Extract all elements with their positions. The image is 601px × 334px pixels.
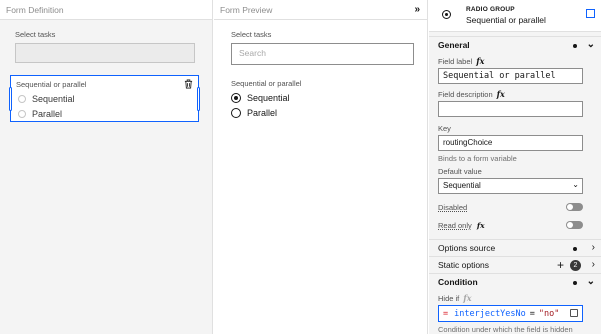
radio-group-icon [442,10,451,19]
option-label: Sequential [247,93,290,103]
form-definition-panel: Form Definition Select tasks Sequential … [0,0,213,334]
readonly-label-wrap: Read only fx [438,221,485,230]
hide-if-expression-input[interactable]: = interjectYesNo = "no" [438,305,583,322]
fx-icon[interactable]: fx [497,89,505,99]
resize-handle-left[interactable] [9,87,12,111]
fx-icon[interactable]: fx [477,221,485,230]
collapse-icon[interactable]: » [414,4,420,15]
field-description-input[interactable] [438,101,583,117]
expression-identifier: interjectYesNo [454,308,526,319]
disabled-row: Disabled [429,199,601,215]
expression-prefix: = [443,308,449,319]
fx-icon[interactable]: fx [476,56,484,66]
radio-circle-icon [18,95,26,103]
dot-indicator-icon [573,44,577,48]
radio-unchecked-icon[interactable] [231,108,241,118]
launch-icon[interactable] [586,9,595,18]
disabled-toggle[interactable] [566,203,583,211]
expression-operator: = [529,308,535,319]
radio-checked-icon[interactable] [231,93,241,103]
label-text: Field description [438,89,493,99]
label-text: Field label [438,56,473,66]
dot-indicator-icon [573,281,577,285]
section-title: Static options [438,260,490,270]
section-title: Options source [438,243,496,253]
section-options-source-header[interactable]: Options source › [429,239,601,256]
key-hint: Binds to a form variable [438,154,517,163]
trash-icon[interactable] [184,79,193,89]
radio-option-parallel[interactable]: Parallel [16,109,193,119]
field-label: Select tasks [231,30,272,39]
readonly-label: Read only [438,220,472,230]
resize-handle-right[interactable] [197,87,200,111]
field-label: Sequential or parallel [231,79,302,88]
hide-if-hint: Condition under which the field is hidde… [438,325,573,334]
select-value: Sequential [443,181,481,190]
dot-indicator-icon [573,247,577,251]
properties-panel: RADIO GROUP Sequential or parallel Gener… [429,0,601,334]
section-static-options-header[interactable]: Static options + 2 › [429,256,601,273]
chevron-down-icon[interactable]: ⌄ [587,276,595,287]
default-value-label: Default value [438,167,482,176]
radio-option-sequential[interactable]: Sequential [231,93,301,103]
label-text: Hide if [438,293,460,303]
field-label-input[interactable]: Sequential or parallel [438,68,583,84]
radio-group-field[interactable]: Sequential or parallel Sequential Parall… [9,75,200,122]
component-name: Sequential or parallel [466,15,546,25]
section-condition-header[interactable]: Condition ⌄ [429,273,601,290]
search-input[interactable]: Search [231,43,414,65]
readonly-toggle[interactable] [566,221,583,229]
field-label: Select tasks [15,30,56,39]
chevron-down-icon[interactable]: ⌄ [587,39,595,50]
select-tasks-input[interactable] [15,43,195,63]
key-label: Key [438,124,451,133]
expression-string: "no" [538,308,560,319]
properties-header: RADIO GROUP Sequential or parallel [429,0,601,32]
key-input[interactable]: routingChoice [438,135,583,151]
radio-group-preview: Sequential or parallel Sequential Parall… [231,79,301,118]
count-badge: 2 [570,260,581,271]
option-label: Parallel [247,108,278,118]
add-icon[interactable]: + [557,258,564,272]
chevron-right-icon[interactable]: › [592,259,595,270]
expand-icon[interactable] [570,309,578,317]
radio-circle-icon [18,110,26,118]
chevron-down-icon: ⌄ [572,180,579,189]
fx-icon[interactable]: fx [463,293,471,303]
component-type: RADIO GROUP [466,6,515,13]
select-tasks-field: Select tasks Search [231,30,414,65]
field-label: Sequential or parallel [16,80,87,89]
option-label: Sequential [32,94,75,104]
option-label: Parallel [32,109,63,119]
select-tasks-field[interactable]: Select tasks [15,30,195,63]
radio-option-parallel[interactable]: Parallel [231,108,301,118]
panel-title-text: Form Preview [220,5,273,15]
panel-title: Form Preview » [214,0,427,20]
section-general-header[interactable]: General ⌄ [429,36,601,53]
form-preview-panel: Form Preview » Select tasks Search Seque… [214,0,428,334]
radio-option-sequential[interactable]: Sequential [16,94,193,104]
chevron-right-icon[interactable]: › [592,242,595,253]
hide-if-label: Hide if fx [429,293,601,303]
field-label-label: Field label fx [429,56,601,66]
panel-title: Form Definition [0,0,212,20]
section-title: Condition [438,277,478,287]
disabled-label: Disabled [438,202,468,212]
default-value-select[interactable]: Sequential ⌄ [438,178,583,194]
field-description-label: Field description fx [429,89,601,99]
readonly-row: Read only fx [429,217,601,233]
section-title: General [438,40,470,50]
